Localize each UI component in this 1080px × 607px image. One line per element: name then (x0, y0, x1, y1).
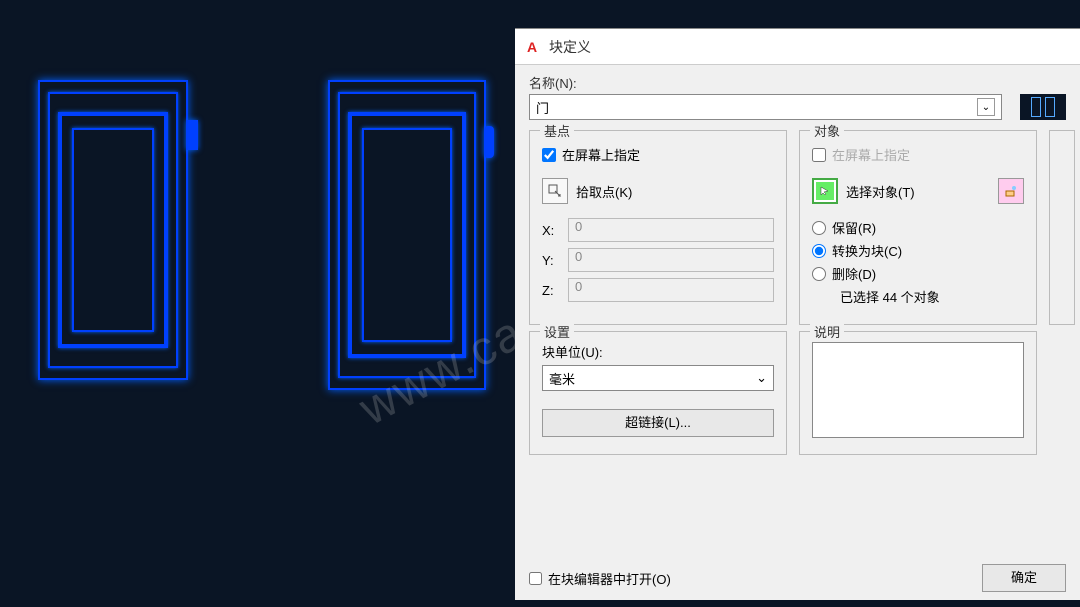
block-preview-icon (1020, 94, 1066, 120)
pick-point-label: 拾取点(K) (576, 182, 632, 201)
description-textarea[interactable] (812, 342, 1024, 438)
behavior-group-edge (1049, 130, 1075, 325)
objects-onscreen-label: 在屏幕上指定 (832, 145, 910, 164)
door-block-right[interactable] (328, 80, 486, 390)
unit-label: 块单位(U): (542, 342, 774, 361)
chevron-down-icon[interactable]: ⌄ (756, 370, 767, 386)
block-name-select[interactable]: 门 ⌄ (529, 94, 1002, 120)
delete-radio[interactable] (812, 267, 826, 281)
description-group: 说明 (799, 331, 1037, 455)
door-handle-icon (484, 126, 494, 158)
objects-onscreen-checkbox[interactable] (812, 148, 826, 162)
selected-count-label: 已选择 44 个对象 (840, 287, 1024, 306)
retain-radio[interactable] (812, 221, 826, 235)
drawing-canvas[interactable]: www.cadzxw.com (0, 0, 515, 607)
unit-value: 毫米 (549, 369, 575, 388)
description-title: 说明 (810, 322, 844, 341)
cursor-icon (820, 186, 830, 196)
objects-title: 对象 (810, 121, 844, 140)
ok-button[interactable]: 确定 (982, 564, 1066, 592)
block-definition-dialog: A 块定义 名称(N): 门 ⌄ 基点 在屏幕上指定 (515, 28, 1080, 600)
basepoint-group: 基点 在屏幕上指定 拾取点(K) X: 0 Y: 0 (529, 130, 787, 325)
y-label: Y: (542, 253, 560, 268)
select-objects-button[interactable] (812, 178, 838, 204)
name-label: 名称(N): (529, 73, 1066, 92)
retain-label: 保留(R) (832, 218, 876, 237)
settings-title: 设置 (540, 322, 574, 341)
pick-point-icon (548, 184, 562, 198)
unit-select[interactable]: 毫米 ⌄ (542, 365, 774, 391)
quick-select-icon (1004, 184, 1018, 198)
chevron-down-icon[interactable]: ⌄ (977, 98, 995, 116)
objects-group: 对象 在屏幕上指定 选择对象(T) 保留(R) (799, 130, 1037, 325)
z-input[interactable]: 0 (568, 278, 774, 302)
basepoint-title: 基点 (540, 121, 574, 140)
delete-label: 删除(D) (832, 264, 876, 283)
basepoint-onscreen-checkbox[interactable] (542, 148, 556, 162)
x-label: X: (542, 223, 560, 238)
open-editor-checkbox[interactable] (529, 572, 542, 585)
door-handle-icon (186, 120, 198, 150)
dialog-title-bar[interactable]: A 块定义 (515, 29, 1080, 65)
basepoint-onscreen-label: 在屏幕上指定 (562, 145, 640, 164)
dialog-title: 块定义 (549, 37, 591, 57)
hyperlink-button[interactable]: 超链接(L)... (542, 409, 774, 437)
quick-select-button[interactable] (998, 178, 1024, 204)
convert-radio[interactable] (812, 244, 826, 258)
x-input[interactable]: 0 (568, 218, 774, 242)
z-label: Z: (542, 283, 560, 298)
open-editor-label: 在块编辑器中打开(O) (548, 569, 671, 588)
block-name-value: 门 (536, 98, 549, 117)
convert-label: 转换为块(C) (832, 241, 902, 260)
y-input[interactable]: 0 (568, 248, 774, 272)
door-block-left[interactable] (38, 80, 188, 380)
select-objects-label: 选择对象(T) (846, 182, 915, 201)
settings-group: 设置 块单位(U): 毫米 ⌄ 超链接(L)... (529, 331, 787, 455)
autocad-icon: A (523, 38, 541, 56)
pick-point-button[interactable] (542, 178, 568, 204)
